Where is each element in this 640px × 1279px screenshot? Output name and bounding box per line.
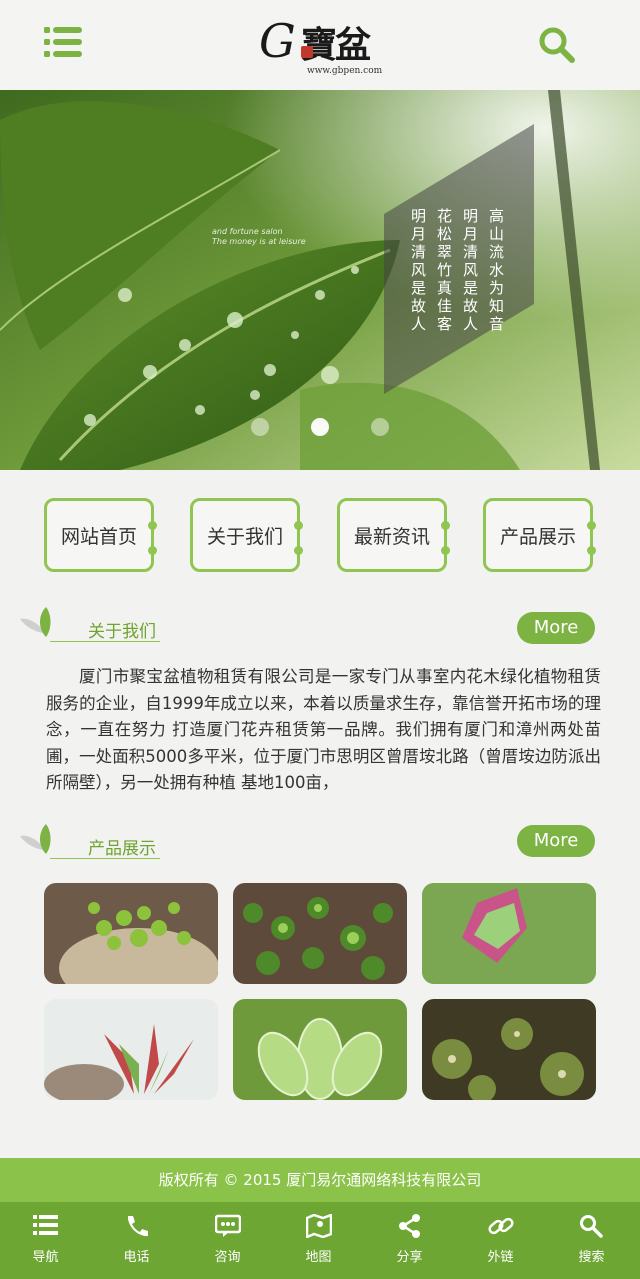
succulent-image (233, 883, 407, 984)
products-more-button[interactable]: More (517, 825, 595, 857)
nav-news-button[interactable]: 最新资讯 (337, 498, 450, 572)
nav-home-button[interactable]: 网站首页 (44, 498, 157, 572)
poem-line: 明月清风是故人 (461, 208, 479, 334)
product-thumbnail[interactable] (44, 883, 218, 984)
tab-phone[interactable]: 电话 (91, 1202, 182, 1279)
bottom-tab-bar: 导航 电话 咨询 地图 分享 外链 搜索 (0, 1202, 640, 1279)
succulent-image (44, 999, 218, 1100)
corner-dot (587, 521, 596, 530)
carousel-dot[interactable] (251, 418, 269, 436)
carousel-dot-active[interactable] (311, 418, 329, 436)
logo-url: www.gbpen.com (307, 66, 383, 76)
banner-carousel[interactable]: and fortune salon The money is at leisur… (0, 90, 640, 470)
corner-dot (148, 521, 157, 530)
succulent-image (44, 883, 218, 984)
leaf-icon (20, 607, 51, 637)
about-more-button[interactable]: More (517, 612, 595, 644)
product-thumbnail[interactable] (44, 999, 218, 1100)
product-thumbnail[interactable] (233, 883, 407, 984)
about-section-header: 关于我们 More (18, 605, 622, 645)
search-icon (580, 1215, 603, 1238)
products-section-header: 产品展示 More (18, 822, 622, 862)
logo-letter: G (259, 14, 296, 68)
tab-consult[interactable]: 咨询 (182, 1202, 273, 1279)
section-title: 产品展示 (88, 839, 156, 859)
logo-text: 寶盆 (301, 24, 371, 66)
product-thumbnail[interactable] (233, 999, 407, 1100)
logo[interactable]: G 寶盆 www.gbpen.com (255, 10, 385, 78)
carousel-dot[interactable] (371, 418, 389, 436)
corner-dot (294, 546, 303, 555)
leaf-icon (20, 824, 51, 854)
cactus-image (422, 999, 596, 1100)
menu-icon[interactable] (44, 25, 82, 59)
succulent-image (422, 883, 596, 984)
corner-dot (148, 546, 157, 555)
copyright-bar: 版权所有 © 2015 厦门易尔通网络科技有限公司 (0, 1158, 640, 1202)
list-icon (33, 1215, 58, 1235)
phone-icon (127, 1216, 148, 1237)
tab-share[interactable]: 分享 (364, 1202, 455, 1279)
poem-line: 花松翠竹真佳客 (435, 208, 453, 334)
share-icon (399, 1214, 420, 1238)
poem-line: 明月清风是故人 (409, 208, 427, 334)
corner-dot (441, 546, 450, 555)
tab-search[interactable]: 搜索 (546, 1202, 637, 1279)
section-underline (50, 641, 160, 642)
section-title: 关于我们 (88, 622, 156, 642)
logo-seal (301, 46, 313, 58)
nav-about-button[interactable]: 关于我们 (190, 498, 303, 572)
corner-dot (294, 521, 303, 530)
map-icon (306, 1214, 332, 1238)
header: G 寶盆 www.gbpen.com (0, 0, 640, 90)
banner-caption: and fortune salon The money is at leisur… (212, 227, 306, 246)
succulent-image (233, 999, 407, 1100)
banner-image (0, 90, 640, 470)
tab-nav[interactable]: 导航 (0, 1202, 91, 1279)
corner-dot (441, 521, 450, 530)
chat-icon (215, 1214, 241, 1237)
tab-link[interactable]: 外链 (455, 1202, 546, 1279)
nav-products-button[interactable]: 产品展示 (483, 498, 596, 572)
search-icon[interactable] (538, 26, 576, 64)
product-thumbnail[interactable] (422, 883, 596, 984)
tab-map[interactable]: 地图 (273, 1202, 364, 1279)
product-thumbnail[interactable] (422, 999, 596, 1100)
poem-line: 高山流水为知音 (487, 208, 505, 334)
corner-dot (587, 546, 596, 555)
link-icon (488, 1217, 514, 1235)
section-underline (50, 858, 160, 859)
about-text: 厦门市聚宝盆植物租赁有限公司是一家专门从事室内花木绿化植物租赁服务的企业，自19… (46, 667, 601, 792)
